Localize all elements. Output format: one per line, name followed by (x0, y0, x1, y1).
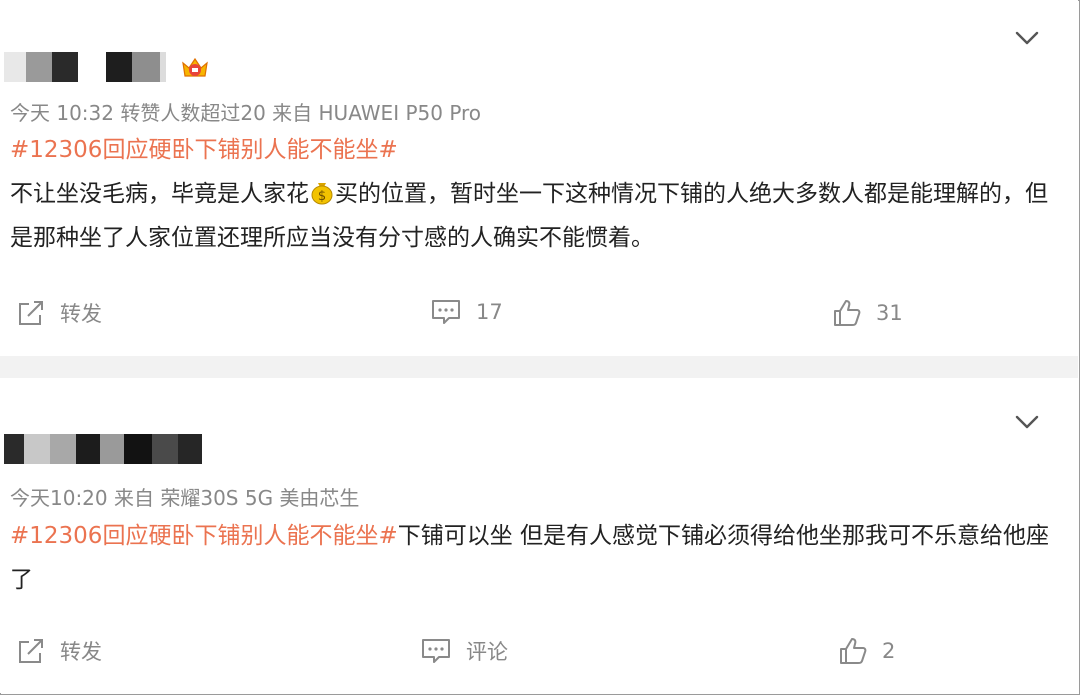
like-count: 2 (882, 639, 896, 663)
repost-label: 转发 (60, 640, 102, 664)
repost-button[interactable]: 转发 (16, 298, 102, 328)
post-meta: 今天10:20 来自 荣耀30S 5G 美由芯生 (10, 486, 360, 510)
topic-link[interactable]: #12306回应硬卧下铺别人能不能坐# (10, 523, 398, 549)
comment-count: 17 (476, 300, 503, 324)
username-blurred[interactable] (4, 434, 202, 464)
weibo-comment-2: 今天10:20 来自 荣耀30S 5G 美由芯生 #12306回应硬卧下铺别人能… (0, 378, 1078, 693)
comment-button[interactable]: 评论 (420, 636, 508, 666)
repost-icon (19, 301, 43, 325)
comment-label: 评论 (466, 640, 508, 664)
like-button[interactable]: 2 (838, 636, 895, 666)
vip-crown-icon (182, 57, 208, 77)
comment-button[interactable]: 17 (430, 298, 503, 326)
post-content: #12306回应硬卧下铺别人能不能坐# 不让坐没毛病，毕竟是人家花 $ 买的位置，暂… (10, 128, 1060, 260)
weibo-comment-1: 今天 10:32 转赞人数超过20 来自 HUAWEI P50 Pro #123… (0, 0, 1078, 356)
post-meta: 今天 10:32 转赞人数超过20 来自 HUAWEI P50 Pro (10, 101, 482, 125)
thumbs-up-icon (840, 638, 867, 664)
comment-icon (422, 639, 450, 663)
repost-button[interactable]: 转发 (16, 636, 102, 666)
action-bar: 转发 评论 2 (0, 636, 1078, 676)
chevron-down-icon[interactable] (1014, 30, 1040, 46)
repost-icon (19, 639, 43, 663)
repost-label: 转发 (60, 302, 102, 326)
action-bar: 转发 17 31 (0, 298, 1078, 338)
like-button[interactable]: 31 (832, 298, 903, 328)
username-blurred[interactable] (4, 52, 166, 82)
chevron-down-icon[interactable] (1014, 414, 1040, 430)
post-text-part1: 不让坐没毛病，毕竟是人家花 (10, 181, 309, 207)
post-content: #12306回应硬卧下铺别人能不能坐#下铺可以坐 但是有人感觉下铺必须得给他坐那… (10, 514, 1060, 602)
topic-link[interactable]: #12306回应硬卧下铺别人能不能坐# (10, 137, 398, 163)
svg-text:$: $ (318, 189, 326, 204)
thumbs-up-icon (834, 300, 861, 326)
comment-icon (432, 300, 460, 324)
money-bag-icon: $ (311, 183, 333, 205)
comment-separator (0, 356, 1078, 379)
like-count: 31 (876, 301, 903, 325)
